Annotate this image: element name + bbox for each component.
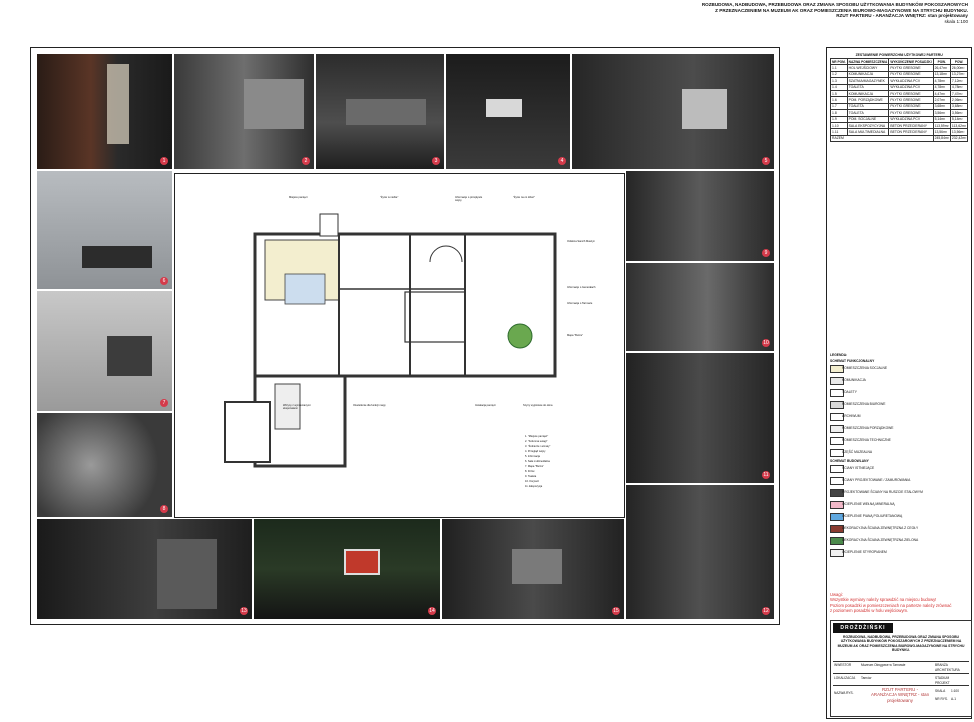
photo-2[interactable]: 2 [173,53,315,170]
legend-label: OCIEPLENIE WEŁNĄ MINERALNĄ [842,502,895,506]
photo-15[interactable]: 15 [441,518,625,620]
photo-number: 11 [762,471,770,479]
photo-number: 13 [240,607,248,615]
notes: Uwagi: Wszystkie wymiary należy sprawdzi… [830,592,968,614]
photo-number: 3 [432,157,440,165]
photo-number: 6 [160,277,168,285]
project-description: ROZBUDOWA, NADBUDOWA, PRZEBUDOWA ORAZ ZM… [837,635,965,653]
table-sum-label: RAZEM [830,134,934,143]
legend-label: ŚCIANY PROJEKTOWANE / ZAMUROWANIA [842,478,911,482]
legend-label: KOMUNIKACJA [842,378,866,382]
photo-number: 2 [302,157,310,165]
tb-label-number: NR RYS. [935,697,948,701]
legend-label: TOALETY [842,390,857,394]
photo-14[interactable]: 14 [253,518,441,620]
photo-4[interactable]: 4 [445,53,571,170]
legend-label: POMIESZCZENIA TECHNICZNE [842,438,891,442]
callout: Informacje o przepływie wojny [455,196,483,202]
sheet-title: RZUT PARTERU - ARANŻACJA WNĘTRZ - stan p… [870,687,930,703]
legend-label: CZĘŚĆ MUZEALNA [842,450,873,454]
photo-10[interactable]: 10 [625,262,775,352]
tb-label-location: LOKALIZACJA [834,676,856,680]
photo-11[interactable]: 11 [625,352,775,484]
title-block-divider [833,661,969,662]
header-scale: skala 1:100 [944,18,969,24]
notes-line: z poziomem posadzki w holu wejściowym. [830,608,909,614]
area-table: ZESTAWIENIE POWIERZCHNI UŻYTKOWEJ PARTER… [830,51,969,143]
photo-number: 15 [612,607,620,615]
callout: "Życie w niebie" [380,196,399,199]
photo-5[interactable]: 5 [571,53,775,170]
photo-number: 4 [558,157,566,165]
legend-label: ŚCIANY ISTNIEJĄCE [842,466,875,470]
tb-value-scale: 1:100 [951,689,959,693]
photo-number: 7 [160,399,168,407]
title-block-divider [833,673,969,674]
photo-9[interactable]: 9 [625,170,775,262]
legend-section-2: SCHEMAT BUDOWLANY [830,459,869,463]
tb-label-branch: BRANŻA [935,663,948,667]
header-line-1: ROZBUDOWA, NADBUDOWA, PRZEBUDOWA ORAZ ZM… [701,2,968,7]
drawing-sheet: 1 2 3 4 5 6 7 8 9 10 11 12 13 14 15 1. "… [30,47,780,625]
tb-value-location: Tarnów [861,676,872,680]
floor-plan: 1. "Miejsce pamięci" 2. "Kolumna uwagi" … [174,173,625,518]
photo-12[interactable]: 12 [625,484,775,620]
tb-label-scale: SKALA [935,689,946,693]
legend-label: POMIESZCZENIA BIUROWE [842,402,886,406]
callout: Mapa "Burza" [567,334,583,337]
photo-number: 5 [762,157,770,165]
tb-label-stage: STADIUM [935,676,950,680]
photo-3[interactable]: 3 [315,53,445,170]
photo-8[interactable]: 8 [36,412,173,518]
architect-logo: DROŻDŻIŃSKI ARCHITEKT [833,623,893,641]
photo-number: 8 [160,505,168,513]
callout: Oświetlenie dla funkcji mapy [353,404,386,407]
right-panel: ZESTAWIENIE POWIERZCHNI UŻYTKOWEJ PARTER… [826,47,972,719]
legend-title: LEGENDA: [830,353,848,357]
tb-label-investor: INWESTOR [834,663,852,667]
photo-number: 9 [762,249,770,257]
legend-label: ARCHIWUM [842,414,861,418]
tb-value-branch: ARCHITEKTURA [935,668,960,672]
photo-6[interactable]: 6 [36,170,173,290]
callout: Instalacja pamięci [475,404,496,407]
photo-number: 1 [160,157,168,165]
callout: Miejsce pamięci [289,196,308,199]
title-block-divider [833,685,969,686]
tb-value-number: A-1 [951,697,956,701]
plan-callouts: Miejsce pamięci "Życie w niebie" Informa… [175,174,624,517]
tb-value-stage: PROJEKT [935,681,950,685]
table-title: ZESTAWIENIE POWIERZCHNI UŻYTKOWEJ PARTER… [855,52,943,57]
callout: "Życie na co dzień" [513,196,536,199]
legend-label: DEKORACYJNA ŚCIANA ZEWNĘTRZNA ZIELONA [842,538,919,542]
callout: Szyny wyjściowe do okna [523,404,553,407]
legend-label: POMIESZCZENIA PORZĄDKOWE [842,426,894,430]
tb-label-drawing: NAZWA RYS. [834,691,854,695]
table-sum-a: 245,84m² [932,134,951,143]
photo-number: 10 [762,339,770,347]
photo-13[interactable]: 13 [36,518,253,620]
callout: Informacja o Tarnowie [567,302,593,305]
title-block: DROŻDŻIŃSKI ARCHITEKT ROZBUDOWA, NADBUDO… [830,620,972,717]
legend-label: DEKORACYJNA ŚCIANA ZEWNĘTRZNA Z CEGŁY [842,526,919,530]
callout: Odsłona Sanich Maszyn [567,240,595,243]
header-text: ROZBUDOWA, NADBUDOWA, PRZEBUDOWA ORAZ ZM… [668,2,968,24]
photo-1[interactable]: 1 [36,53,173,170]
table-sum-b: 232,42m² [949,134,969,143]
photo-number: 14 [428,607,436,615]
tb-value-investor: Muzeum Okręgowe w Tarnowie [861,663,906,667]
legend-label: POMIESZCZENIA SOCJALNE [842,366,888,370]
callout: Witryny z wymienianymi eksponatami [283,404,311,410]
photo-number: 12 [762,607,770,615]
legend-label: PROJEKTOWANE ŚCIANY NA RUSZCIE STALOWYM [842,490,923,494]
legend-section-1: SCHEMAT FUNKCJONALNY [830,359,875,363]
legend-label: OCIEPLENIE STYROPIANEM [842,550,887,554]
callout: Informacje o Generałach [567,286,596,289]
legend-label: OCIEPLENIE PIANĄ POLIURETANOWĄ [842,514,903,518]
photo-7[interactable]: 7 [36,290,173,412]
